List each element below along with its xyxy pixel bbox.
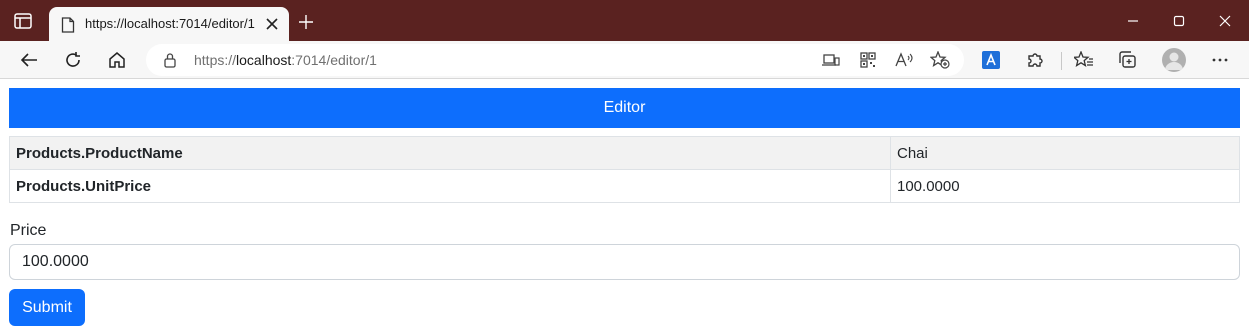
app-available-icon[interactable] — [820, 50, 842, 70]
submit-button[interactable]: Submit — [9, 289, 85, 326]
read-aloud-icon[interactable] — [894, 50, 916, 70]
field-value-cell: Chai — [890, 136, 1240, 170]
tab-title: https://localhost:7014/editor/1 — [85, 16, 255, 31]
page-icon — [61, 17, 75, 33]
browser-title-bar: https://localhost:7014/editor/1 — [0, 0, 1249, 41]
collections-icon[interactable] — [1113, 46, 1143, 74]
table-row: Products.UnitPrice 100.0000 — [9, 169, 1240, 203]
field-name-cell: Products.UnitPrice — [9, 169, 891, 203]
field-value-cell: 100.0000 — [890, 169, 1240, 203]
star-plus-icon[interactable] — [929, 50, 951, 70]
window-menu-icon[interactable] — [13, 13, 33, 29]
browser-toolbar: https://localhost:7014/editor/1 — [0, 41, 1249, 79]
field-name-cell: Products.ProductName — [9, 136, 891, 170]
qr-code-icon[interactable] — [857, 50, 879, 70]
more-icon[interactable] — [1205, 46, 1235, 74]
translate-icon[interactable] — [976, 46, 1006, 74]
puzzle-icon[interactable] — [1020, 46, 1050, 74]
close-window-icon[interactable] — [1205, 8, 1245, 34]
minimize-icon[interactable] — [1113, 8, 1153, 34]
url-text[interactable]: https://localhost:7014/editor/1 — [194, 52, 377, 68]
home-icon[interactable] — [102, 46, 132, 74]
profile-avatar[interactable] — [1162, 48, 1186, 72]
tab-close-icon[interactable] — [263, 15, 281, 33]
new-tab-plus-icon[interactable] — [296, 12, 316, 32]
price-input[interactable] — [9, 244, 1240, 280]
browser-tab[interactable]: https://localhost:7014/editor/1 — [49, 7, 289, 41]
table-row: Products.ProductName Chai — [9, 136, 1240, 170]
lock-icon[interactable] — [163, 52, 179, 68]
editor-header: Editor — [9, 88, 1240, 128]
address-bar[interactable]: https://localhost:7014/editor/1 — [146, 44, 964, 76]
toolbar-separator — [1061, 52, 1062, 70]
price-label: Price — [10, 222, 47, 239]
maximize-icon[interactable] — [1159, 8, 1199, 34]
back-arrow-icon[interactable] — [14, 46, 44, 74]
product-info-table: Products.ProductName Chai Products.UnitP… — [9, 136, 1240, 203]
refresh-icon[interactable] — [58, 46, 88, 74]
favorites-icon[interactable] — [1069, 46, 1099, 74]
